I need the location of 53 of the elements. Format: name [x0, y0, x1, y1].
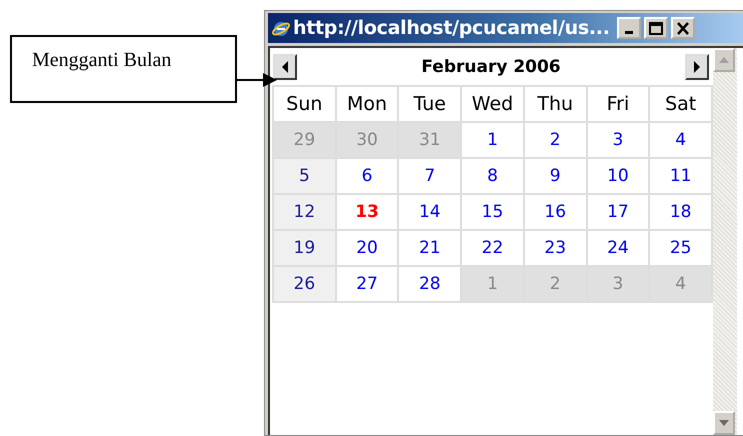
window-title: http://localhost/pcucamel/us...	[293, 17, 610, 39]
weekday-header: Wed	[462, 87, 525, 123]
day-cell[interactable]: 25	[650, 231, 713, 267]
day-cell[interactable]: 14	[399, 195, 462, 231]
minimize-button[interactable]	[616, 17, 641, 39]
day-cell[interactable]: 8	[462, 159, 525, 195]
previous-month-button[interactable]	[273, 54, 297, 80]
down-triangle-icon	[719, 420, 729, 426]
day-cell[interactable]: 11	[650, 159, 713, 195]
weekday-header: Mon	[336, 87, 400, 123]
day-cell[interactable]: 12	[274, 195, 337, 231]
weekday-header: Sat	[650, 87, 713, 123]
scroll-down-button[interactable]	[713, 411, 735, 435]
day-cell[interactable]: 2	[524, 123, 588, 159]
day-cell[interactable]: 19	[274, 231, 337, 267]
day-cell[interactable]: 18	[650, 195, 713, 231]
day-cell[interactable]: 28	[399, 267, 462, 303]
maximize-button[interactable]	[644, 17, 668, 39]
day-cell[interactable]: 24	[588, 231, 650, 267]
day-cell[interactable]: 13	[336, 195, 400, 231]
vertical-scrollbar[interactable]	[713, 48, 737, 435]
day-cell[interactable]: 7	[399, 159, 462, 195]
day-cell[interactable]: 20	[336, 231, 400, 267]
up-triangle-icon	[719, 57, 729, 63]
day-cell[interactable]: 27	[336, 267, 400, 303]
callout-label: Mengganti Bulan	[10, 35, 237, 103]
maximize-icon	[646, 20, 665, 36]
month-title: February 2006	[421, 57, 561, 77]
day-cell[interactable]: 10	[588, 159, 650, 195]
day-cell[interactable]: 4	[650, 123, 713, 159]
day-cell[interactable]: 17	[588, 195, 650, 231]
day-cell[interactable]: 5	[274, 159, 337, 195]
day-cell[interactable]: 3	[588, 123, 650, 159]
left-triangle-icon	[281, 61, 289, 73]
weekday-header: Sun	[274, 87, 337, 123]
day-cell[interactable]: 1	[462, 123, 525, 159]
right-triangle-icon	[693, 61, 701, 73]
day-cell[interactable]: 26	[274, 267, 337, 303]
day-cell[interactable]: 23	[524, 231, 588, 267]
day-cell[interactable]: 9	[524, 159, 588, 195]
day-cell[interactable]: 16	[524, 195, 588, 231]
weekday-header: Tue	[399, 87, 462, 123]
weekday-header: Thu	[524, 87, 588, 123]
day-cell[interactable]: 22	[462, 231, 525, 267]
day-cell[interactable]: 15	[462, 195, 525, 231]
next-month-button[interactable]	[685, 54, 709, 80]
minimize-icon	[624, 31, 633, 34]
day-cell[interactable]: 6	[336, 159, 400, 195]
close-button[interactable]	[670, 17, 695, 39]
leader-arrow	[237, 73, 277, 87]
day-cell[interactable]: 21	[399, 231, 462, 267]
browser-icon	[272, 19, 290, 37]
weekday-header: Fri	[588, 87, 650, 123]
